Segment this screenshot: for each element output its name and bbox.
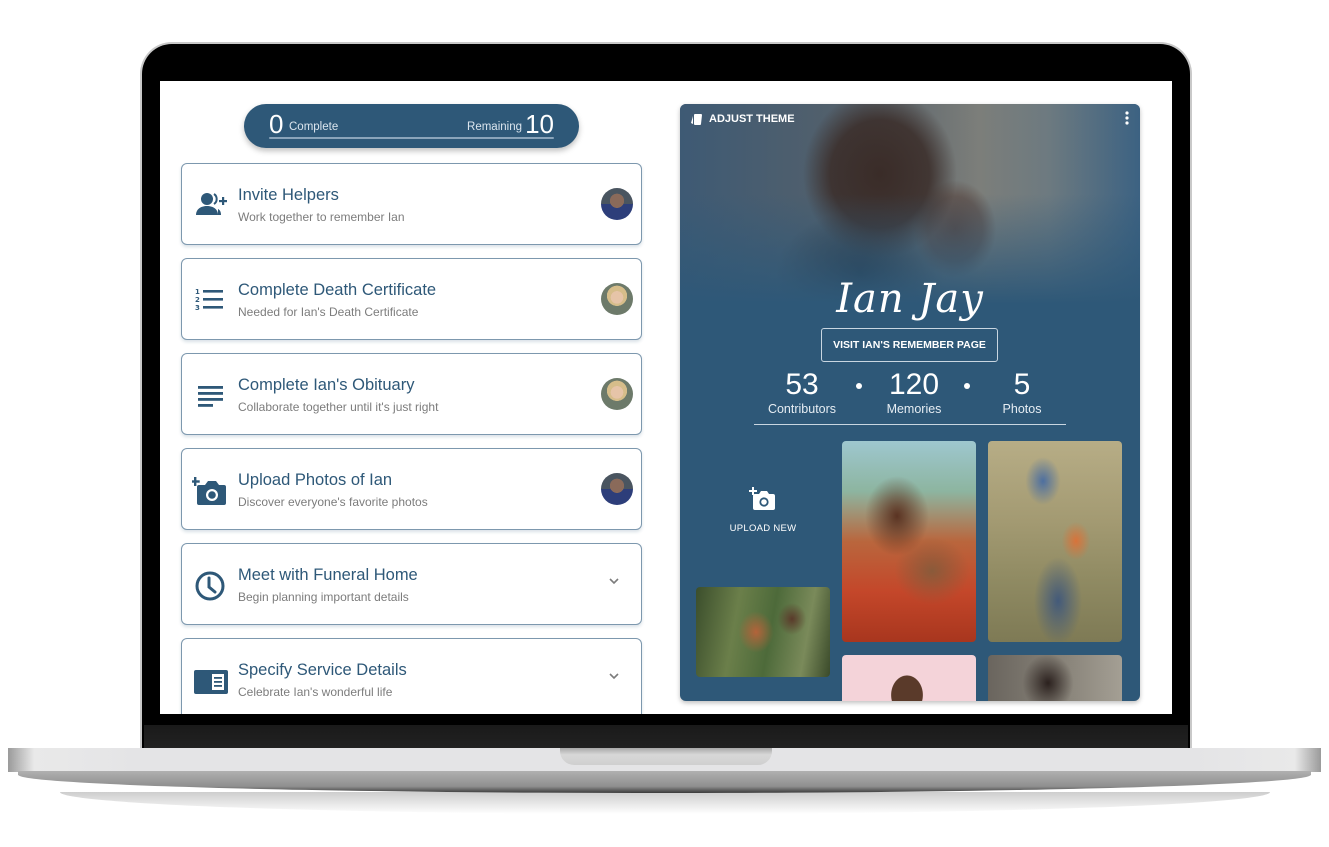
complete-count: 0 [269,109,284,139]
progress-bar [269,137,554,139]
visit-remember-page-button[interactable]: VISIT IAN'S REMEMBER PAGE [821,328,998,362]
laptop-chin [144,725,1188,749]
adjust-theme-button[interactable]: ADJUST THEME [690,112,795,126]
progress-summary: 0 Complete Remaining 10 [244,104,579,148]
laptop-shadow [60,792,1270,814]
photo-thumbnail[interactable] [988,655,1122,701]
task-title: Upload Photos of Ian [238,471,393,489]
assignee-avatar[interactable] [601,473,633,505]
remaining-count: 10 [525,109,554,139]
photo-thumbnail[interactable] [842,441,976,642]
add-photo-icon [716,486,810,512]
remaining-label: Remaining [467,121,522,133]
add-photo-icon [192,471,230,509]
task-subtitle: Collaborate together until it's just rig… [238,400,439,414]
task-funeral-home[interactable]: Meet with Funeral Home Begin planning im… [181,543,642,625]
hero-gradient [680,104,1140,304]
chevron-down-icon[interactable] [607,574,621,588]
task-death-certificate[interactable]: 123 Complete Death Certificate Needed fo… [181,258,642,340]
assignee-avatar[interactable] [601,188,633,220]
clock-icon [192,566,230,604]
app-screen: 0 Complete Remaining 10 Invite Helpers W… [160,81,1172,714]
memorial-card: ADJUST THEME Ian Jay VISIT IAN'S REMEMBE… [680,104,1140,701]
stat-contributors: 53 Contributors [752,368,852,416]
task-subtitle: Begin planning important details [238,590,409,604]
stat-label: Photos [1002,402,1042,416]
assignee-avatar[interactable] [601,378,633,410]
task-title: Specify Service Details [238,661,407,679]
task-subtitle: Work together to remember Ian [238,210,405,224]
palette-icon [690,112,704,126]
task-title: Invite Helpers [238,186,339,204]
task-title: Meet with Funeral Home [238,566,418,584]
upload-new-button[interactable]: UPLOAD NEW [716,486,810,536]
task-invite-helpers[interactable]: Invite Helpers Work together to remember… [181,163,642,245]
task-subtitle: Discover everyone's favorite photos [238,495,428,509]
separator-dot [856,383,862,389]
separator-dot [964,383,970,389]
photo-thumbnail[interactable] [696,587,830,677]
program-icon [192,661,230,699]
complete-label: Complete [289,121,339,133]
memorial-name: Ian Jay [836,276,984,322]
text-lines-icon [192,376,230,414]
divider [754,424,1066,425]
svg-text:2: 2 [195,296,200,304]
more-options-icon[interactable] [1122,110,1132,126]
task-list: Invite Helpers Work together to remember… [181,163,642,714]
task-subtitle: Celebrate Ian's wonderful life [238,685,393,699]
photo-thumbnail[interactable] [988,441,1122,642]
task-title: Complete Death Certificate [238,281,437,299]
svg-text:1: 1 [195,288,200,296]
task-service-details[interactable]: Specify Service Details Celebrate Ian's … [181,638,642,714]
adjust-theme-label: ADJUST THEME [709,113,795,125]
stat-photos: 5 Photos [972,368,1072,416]
numbered-list-icon: 123 [192,281,230,319]
memorial-stats: 53 Contributors 120 Memories 5 Photos [754,368,1066,426]
laptop-base-edge [18,771,1311,793]
stat-memories: 120 Memories [864,368,964,416]
task-obituary[interactable]: Complete Ian's Obituary Collaborate toge… [181,353,642,435]
stat-value: 5 [1013,368,1031,401]
svg-text:3: 3 [195,304,200,312]
stat-value: 53 [785,368,819,401]
task-title: Complete Ian's Obituary [238,376,415,394]
stat-label: Contributors [767,402,837,416]
task-subtitle: Needed for Ian's Death Certificate [238,305,419,319]
assignee-avatar[interactable] [601,283,633,315]
stat-value: 120 [888,368,940,401]
task-upload-photos[interactable]: Upload Photos of Ian Discover everyone's… [181,448,642,530]
photo-thumbnail[interactable] [842,655,976,701]
invite-users-icon [192,186,230,224]
chevron-down-icon[interactable] [607,669,621,683]
laptop-notch [560,748,772,765]
stat-label: Memories [886,402,942,416]
upload-new-label: UPLOAD NEW [729,523,797,534]
